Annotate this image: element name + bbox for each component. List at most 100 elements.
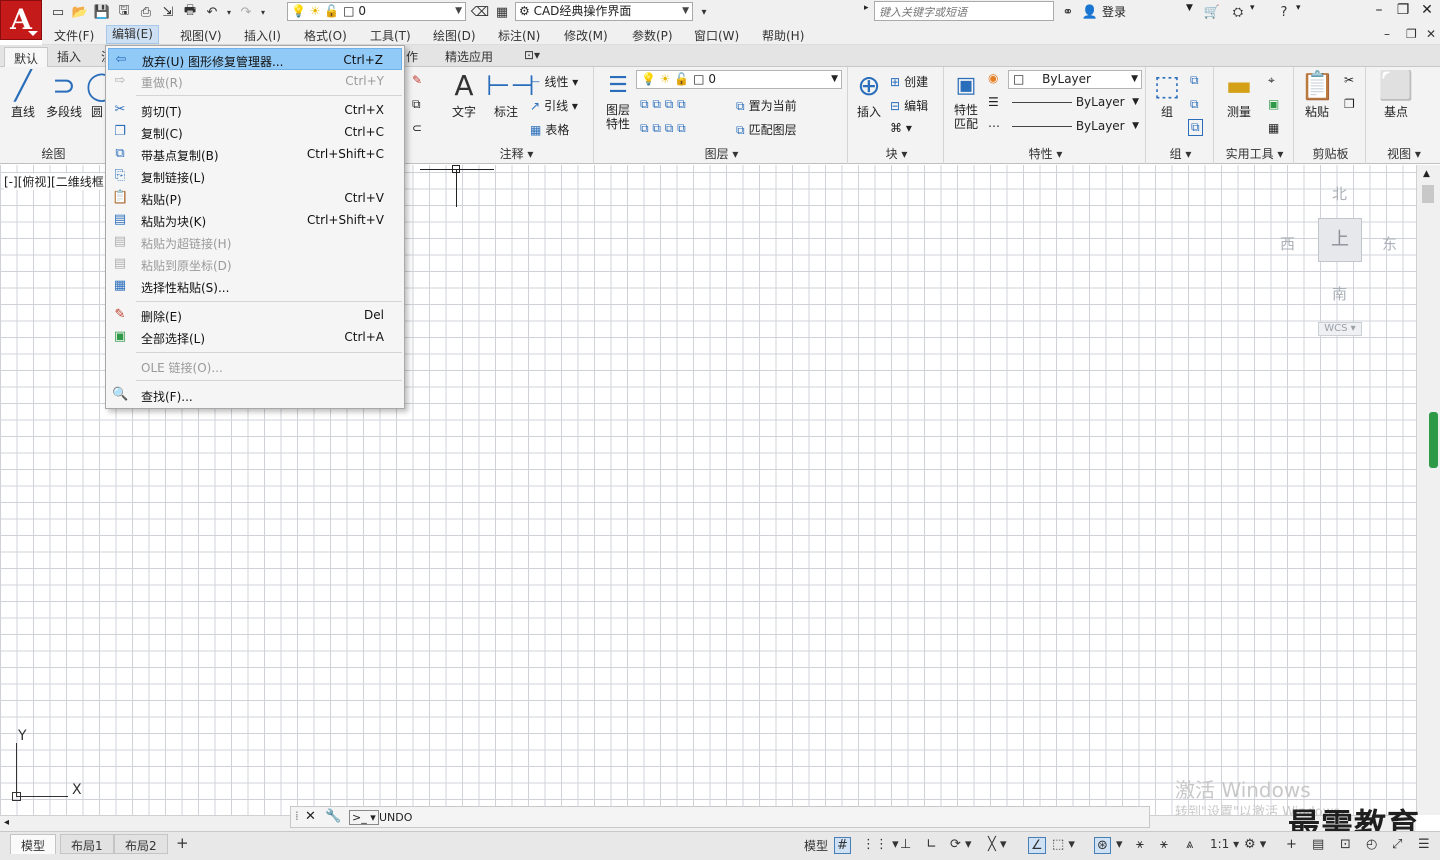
import-icon[interactable]: ⇲	[158, 2, 178, 22]
help-dropdown-icon[interactable]: ▾	[1296, 3, 1301, 13]
menu-item-cut[interactable]: ✂ 剪切(T) Ctrl+X	[108, 99, 402, 121]
quick-select-icon[interactable]: ▣	[1268, 97, 1279, 111]
tab-collaborate[interactable]: 作	[406, 48, 418, 65]
menu-draw[interactable]: 绘图(D)	[433, 27, 476, 44]
layout-tab-model[interactable]: 模型	[10, 834, 57, 854]
color-wheel-icon[interactable]: ◉	[988, 71, 998, 85]
edit-block-button[interactable]: ⊟ 编辑	[890, 97, 928, 114]
lineweight-icon[interactable]: ☰	[988, 95, 999, 109]
group-button[interactable]: ⬚ 组	[1150, 69, 1184, 120]
minimize-icon[interactable]: –	[1368, 2, 1390, 18]
search-expand-icon[interactable]: ▸	[864, 3, 869, 13]
id-point-icon[interactable]: ⌖	[1268, 73, 1275, 88]
login-dropdown-icon[interactable]: ▼	[1186, 3, 1193, 13]
scroll-up-icon[interactable]: ▲	[1423, 169, 1430, 179]
isolate-objects-icon[interactable]: +	[1286, 837, 1297, 852]
annotation-visibility-dropdown-icon[interactable]: ▾	[1116, 837, 1123, 852]
customize-status-icon[interactable]: ☰	[1418, 837, 1430, 852]
cmd-customize-icon[interactable]: 🔧	[325, 809, 341, 824]
scroll-thumb[interactable]	[1422, 185, 1434, 203]
block-attribute-icon[interactable]: ⌘ ▾	[890, 121, 912, 135]
redo-icon[interactable]: ↷	[236, 2, 256, 22]
menu-tools[interactable]: 工具(T)	[370, 27, 411, 44]
help-icon[interactable]: ?	[1274, 2, 1294, 22]
print-icon[interactable]: 🖶	[180, 2, 200, 22]
insert-block-button[interactable]: ⊕ 插入	[852, 69, 886, 120]
quick-properties-icon[interactable]: ◴	[1366, 837, 1377, 852]
new-file-icon[interactable]: ▭	[48, 2, 68, 22]
doc-close-icon[interactable]: ✕	[1426, 27, 1436, 41]
menu-parametric[interactable]: 参数(P)	[632, 27, 673, 44]
lineweight-dropdown[interactable]: ByLayer ▼	[1008, 94, 1142, 113]
add-layout-icon[interactable]: +	[176, 834, 189, 852]
panel-groups-title[interactable]: 组 ▾	[1148, 145, 1213, 162]
ortho-icon[interactable]: ⊥	[900, 837, 911, 852]
panel-annotation-title[interactable]: 注释 ▾	[440, 145, 593, 162]
menu-window[interactable]: 窗口(W)	[694, 27, 739, 44]
menu-item-paste-block[interactable]: ▤ 粘贴为块(K) Ctrl+Shift+V	[108, 209, 402, 231]
scroll-left-icon[interactable]: ◂	[4, 817, 9, 828]
menu-help[interactable]: 帮助(H)	[762, 27, 804, 44]
menu-modify[interactable]: 修改(M)	[564, 27, 608, 44]
login-link[interactable]: 登录	[1102, 3, 1126, 20]
panel-clipboard-title[interactable]: 剪贴板	[1296, 145, 1365, 162]
command-input[interactable]: UNDO	[379, 811, 412, 824]
a360-dropdown-icon[interactable]: ▾	[1250, 3, 1255, 13]
menu-item-find[interactable]: 🔍 查找(F)...	[108, 384, 402, 406]
panel-utilities-title[interactable]: 实用工具 ▾	[1216, 145, 1293, 162]
store-cart-icon[interactable]: 🛒	[1202, 2, 1222, 22]
menu-item-paste-original-coords[interactable]: ▤ 粘贴到原坐标(D)	[108, 253, 402, 275]
publish-icon[interactable]: ⎙	[136, 2, 156, 22]
layer-tools-row2[interactable]: ⧉ ⧉ ⧉ ⧉	[640, 121, 686, 136]
lineweight-toggle-icon[interactable]: ⬚ ▾	[1052, 837, 1075, 852]
polar-icon[interactable]: ∟	[926, 837, 937, 852]
menu-view[interactable]: 视图(V)	[180, 27, 222, 44]
isodraft-icon[interactable]: ⟳ ▾	[950, 837, 972, 852]
tab-featured-apps[interactable]: 精选应用	[445, 48, 493, 65]
paste-button[interactable]: 📋 粘贴	[1300, 69, 1335, 120]
restore-icon[interactable]: ❐	[1392, 2, 1414, 18]
grid-toggle-icon[interactable]: #	[834, 837, 851, 854]
menu-item-copy[interactable]: ❐ 复制(C) Ctrl+C	[108, 121, 402, 143]
menu-item-paste-hyperlink[interactable]: ▤ 粘贴为超链接(H)	[108, 231, 402, 253]
ungroup-icon[interactable]: ⧉	[1190, 73, 1199, 88]
selection-cycling-icon[interactable]: ⊛	[1094, 837, 1111, 854]
viewcube-top-face[interactable]: 上	[1318, 218, 1362, 262]
command-line[interactable]: ⁞ ✕ 🔧 >_ ▾ UNDO	[290, 806, 1150, 828]
linear-dim-button[interactable]: ⊢ 线性 ▾	[530, 73, 578, 90]
workspace-switch-icon[interactable]: ⚙ ▾	[1244, 837, 1266, 852]
menu-item-paste[interactable]: 📋 粘贴(P) Ctrl+V	[108, 187, 402, 209]
snap-icon[interactable]: ⋮⋮ ▾	[862, 837, 899, 852]
panel-properties-title[interactable]: 特性 ▾	[946, 145, 1145, 162]
cmd-prompt-icon[interactable]: >_ ▾	[349, 810, 379, 825]
tab-default[interactable]: 默认	[4, 47, 49, 67]
application-menu-button[interactable]: A	[0, 0, 42, 40]
base-point-button[interactable]: ⬜ 基点	[1378, 69, 1414, 120]
copy-clip-icon[interactable]: ❐	[1344, 97, 1355, 111]
vertical-scrollbar[interactable]: ▲	[1416, 165, 1440, 815]
doc-restore-icon[interactable]: ❐	[1406, 27, 1417, 41]
user-icon[interactable]: 👤	[1080, 2, 1100, 22]
layer-quick-select[interactable]: 💡 ☀ 🔓 □ 0 ▼	[287, 2, 466, 21]
match-layer-button[interactable]: ⧉ 匹配图层	[736, 121, 797, 138]
layer-tools-row1[interactable]: ⧉ ⧉ ⧉ ⧉	[640, 97, 686, 112]
cmd-close-icon[interactable]: ✕	[305, 809, 316, 824]
rectangular-array-icon[interactable]: ⧉	[412, 97, 421, 112]
close-icon[interactable]: ✕	[1416, 2, 1438, 18]
annotation-scale-icon[interactable]: ⚹	[1136, 837, 1144, 852]
clean-screen-icon[interactable]: ⊡	[1340, 837, 1351, 852]
doc-minimize-icon[interactable]: –	[1384, 27, 1390, 41]
viewcube-south[interactable]: 南	[1332, 283, 1347, 304]
menu-item-copy-basepoint[interactable]: ⧉ 带基点复制(B) Ctrl+Shift+C	[108, 143, 402, 165]
layout-tab-1[interactable]: 布局1	[60, 834, 114, 854]
undo-icon[interactable]: ↶	[202, 2, 222, 22]
viewcube-north[interactable]: 北	[1332, 183, 1347, 204]
model-space-toggle[interactable]: 模型	[804, 837, 828, 854]
redo-dropdown-icon[interactable]: ▾	[258, 2, 268, 22]
workspace-select[interactable]: ⚙ CAD经典操作界面 ▼	[515, 2, 693, 21]
linetype-dropdown[interactable]: ByLayer ▼	[1008, 118, 1142, 137]
osnap-tracking-icon[interactable]: ╳ ▾	[988, 837, 1006, 852]
color-dropdown[interactable]: □ ByLayer ▼	[1008, 70, 1142, 89]
wcs-menu[interactable]: WCS ▾	[1318, 322, 1362, 336]
undo-dropdown-icon[interactable]: ▾	[224, 2, 234, 22]
